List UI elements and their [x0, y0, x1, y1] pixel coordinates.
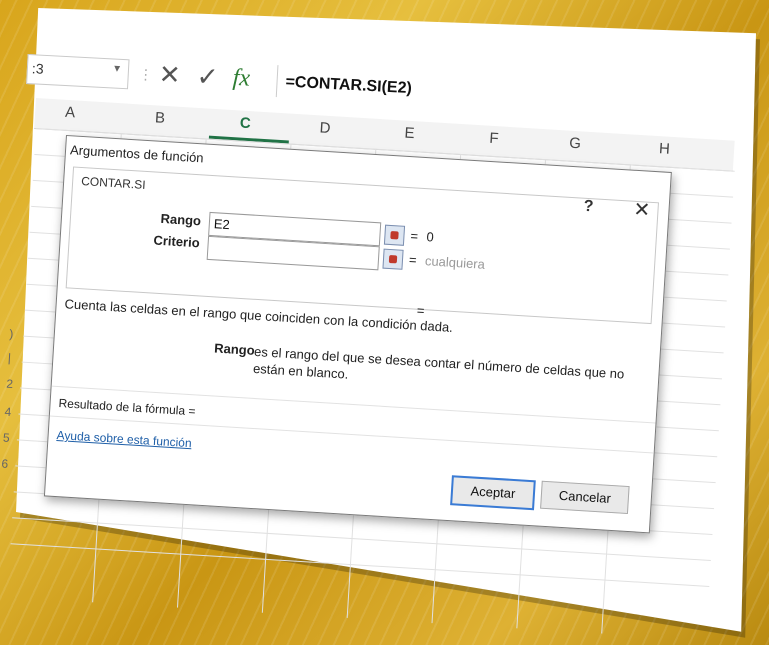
separator-icon: ⋮: [138, 65, 154, 83]
arg-description-text: es el rango del que se desea contar el n…: [252, 343, 625, 382]
column-header-c[interactable]: C: [239, 115, 251, 133]
column-header-b[interactable]: B: [154, 109, 165, 127]
enter-formula-icon[interactable]: ✓: [196, 61, 219, 93]
collapse-dialog-icon[interactable]: [382, 248, 404, 270]
insert-function-icon[interactable]: fx: [232, 65, 251, 93]
dialog-title: Argumentos de función: [69, 142, 205, 166]
row-header[interactable]: ): [9, 327, 14, 341]
equals-sign: =: [410, 228, 419, 244]
equals-sign: =: [408, 252, 418, 268]
name-box-value: :3: [31, 60, 45, 77]
criterio-result: cualquiera: [424, 253, 486, 272]
column-header-d[interactable]: D: [319, 119, 331, 137]
column-header-e[interactable]: E: [404, 125, 415, 143]
column-header-a[interactable]: A: [65, 104, 76, 122]
formula-result-label: Resultado de la fórmula =: [58, 396, 196, 419]
row-header[interactable]: 2: [6, 377, 14, 391]
column-header-h[interactable]: H: [659, 140, 671, 158]
formula-equals-sign: =: [416, 302, 425, 319]
row-header[interactable]: 4: [4, 405, 12, 419]
formula-text: =CONTAR.SI(E2): [285, 73, 413, 98]
rango-result: 0: [426, 229, 435, 245]
arg-label-criterio: Criterio: [153, 232, 201, 251]
arguments-group: CONTAR.SI Rango E2 = 0 Criterio = cualqu…: [65, 166, 659, 325]
row-header[interactable]: 6: [1, 457, 9, 471]
rango-value: E2: [213, 216, 231, 233]
collapse-dialog-icon[interactable]: [383, 224, 406, 246]
column-header-f[interactable]: F: [489, 130, 499, 148]
arg-label-rango: Rango: [160, 210, 202, 229]
cancel-formula-icon[interactable]: ✕: [158, 59, 181, 91]
function-name: CONTAR.SI: [78, 173, 148, 193]
name-box[interactable]: :3 ▼: [26, 53, 130, 90]
function-arguments-dialog: Argumentos de función ? ✕ CONTAR.SI Rang…: [43, 135, 672, 534]
column-header-g[interactable]: G: [569, 135, 582, 153]
help-link[interactable]: Ayuda sobre esta función: [56, 428, 192, 450]
row-header[interactable]: 5: [3, 431, 11, 445]
cancel-button[interactable]: Cancelar: [540, 480, 630, 515]
chevron-down-icon[interactable]: ▼: [112, 63, 122, 75]
arg-description-label: Rango: [213, 340, 256, 358]
ok-button[interactable]: Aceptar: [450, 475, 536, 511]
